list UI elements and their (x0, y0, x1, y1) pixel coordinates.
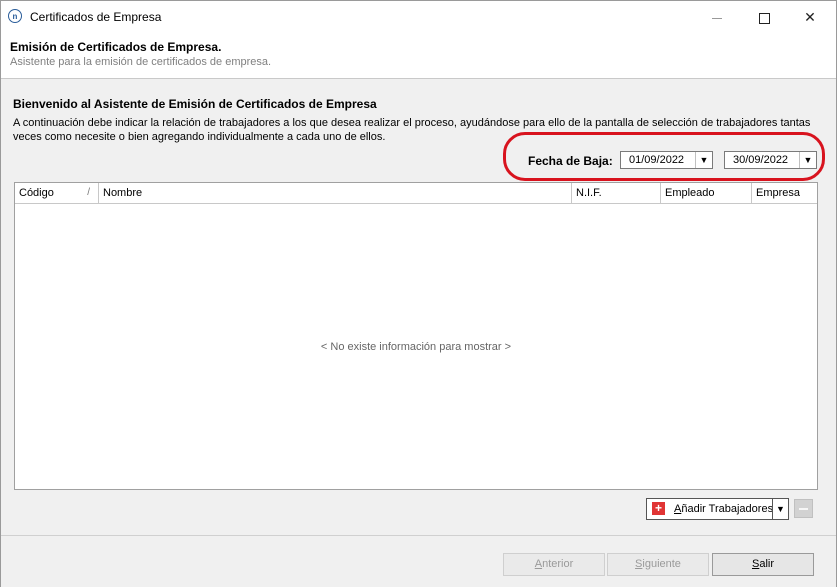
access-key: A (534, 558, 543, 570)
column-header-nombre[interactable]: Nombre (99, 183, 572, 203)
fecha-desde-value: 01/09/2022 (629, 154, 685, 166)
column-header-nif[interactable]: N.I.F. (572, 183, 661, 203)
label-rest: nterior (542, 558, 574, 570)
previous-button[interactable]: Anterior (503, 553, 605, 576)
add-workers-label: Añadir Trabajadores (674, 503, 773, 515)
wizard-content: Bienvenido al Asistente de Emisión de Ce… (1, 79, 836, 535)
next-button[interactable]: Siguiente (607, 553, 709, 576)
column-label: Empleado (665, 187, 715, 199)
column-label: Código (19, 187, 54, 199)
grid-empty-message: < No existe información para mostrar > (320, 341, 512, 353)
app-logo-icon: n (8, 9, 22, 23)
fecha-desde-picker[interactable]: 01/09/2022 ▼ (620, 151, 713, 169)
column-label: Nombre (103, 187, 143, 199)
grid-header: Código / Nombre N.I.F. Empleado Empresa (15, 183, 817, 204)
workers-grid[interactable]: Código / Nombre N.I.F. Empleado Empresa … (14, 182, 818, 490)
wizard-header: Emisión de Certificados de Empresa. Asis… (1, 33, 836, 79)
exit-button[interactable]: Salir (712, 553, 814, 576)
minimize-icon (712, 17, 722, 19)
title-bar: n Certificados de Empresa ✕ (1, 1, 836, 33)
fecha-hasta-value: 30/09/2022 (733, 154, 789, 166)
minus-icon (799, 508, 808, 510)
column-label: Empresa (756, 187, 801, 199)
wizard-subtitle: Asistente para la emisión de certificado… (10, 56, 272, 68)
column-label: N.I.F. (576, 187, 602, 199)
label-rest: ñadir Trabajadores (681, 503, 774, 515)
label-rest: alir (759, 558, 774, 570)
add-workers-button[interactable]: + Añadir Trabajadores ▼ (646, 498, 789, 520)
dropdown-arrow-icon[interactable]: ▼ (695, 152, 712, 168)
close-icon: ✕ (804, 9, 816, 25)
minimize-button[interactable] (694, 1, 740, 33)
dropdown-arrow-icon[interactable]: ▼ (799, 152, 816, 168)
label-rest: iguiente (642, 558, 681, 570)
column-header-codigo[interactable]: Código / (15, 183, 99, 203)
close-button[interactable]: ✕ (787, 1, 833, 33)
maximize-button[interactable] (741, 1, 787, 33)
wizard-footer: Anterior Siguiente Salir (1, 535, 836, 587)
remove-worker-button[interactable] (794, 499, 813, 518)
dropdown-arrow-icon[interactable]: ▼ (772, 499, 788, 519)
fecha-hasta-picker[interactable]: 30/09/2022 ▼ (724, 151, 817, 169)
column-header-empleado[interactable]: Empleado (661, 183, 752, 203)
column-header-empresa[interactable]: Empresa (752, 183, 817, 203)
dialog-window: n Certificados de Empresa ✕ Emisión de C… (0, 0, 837, 587)
add-icon: + (652, 502, 665, 515)
maximize-icon (758, 12, 770, 24)
sort-indicator-icon: / (87, 187, 90, 198)
welcome-text: A continuación debe indicar la relación … (13, 117, 811, 143)
fecha-baja-label: Fecha de Baja: (528, 154, 613, 168)
welcome-title: Bienvenido al Asistente de Emisión de Ce… (13, 97, 377, 111)
window-title: Certificados de Empresa (30, 10, 162, 24)
wizard-title: Emisión de Certificados de Empresa. (10, 40, 222, 54)
